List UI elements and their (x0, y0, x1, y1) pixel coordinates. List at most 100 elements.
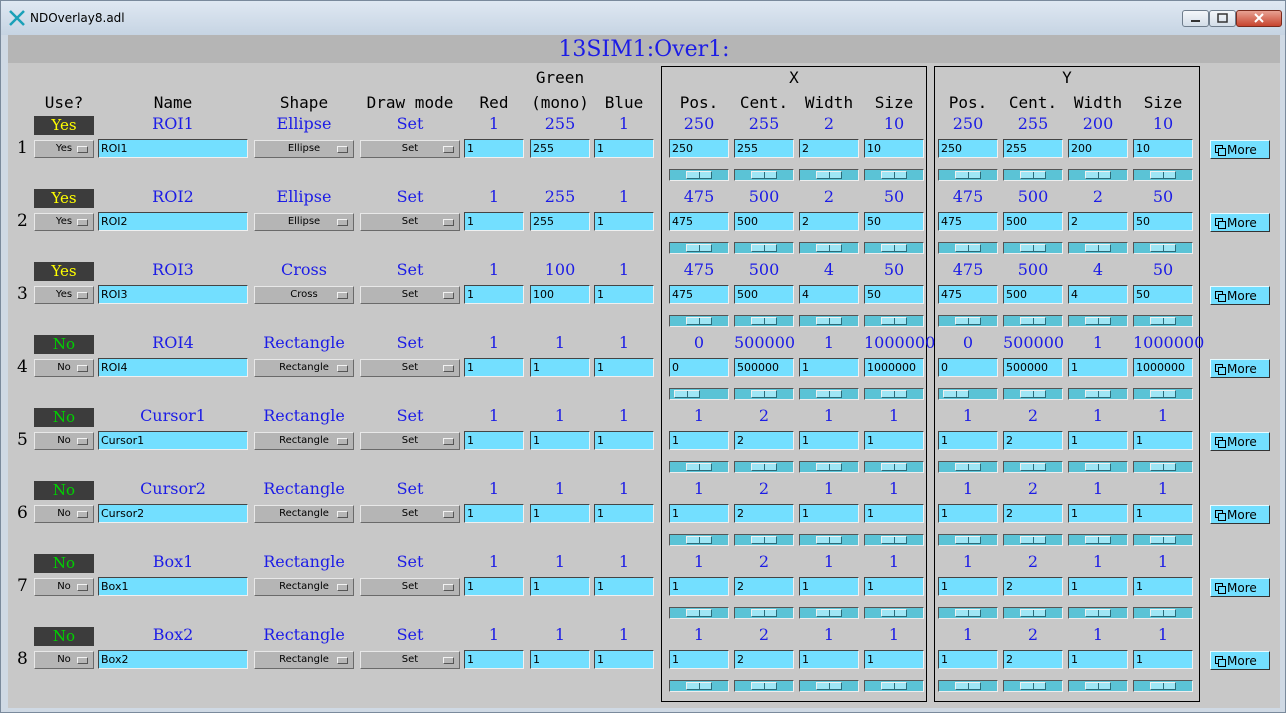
y-cent-input[interactable]: 2 (1003, 577, 1063, 596)
more-button[interactable]: More (1210, 651, 1270, 670)
more-button[interactable]: More (1210, 140, 1270, 159)
blue-input[interactable]: 1 (594, 285, 654, 304)
y-size-slider[interactable] (1133, 388, 1193, 400)
x-pos-slider[interactable] (669, 315, 729, 327)
y-pos-slider[interactable] (938, 534, 998, 546)
slider-thumb[interactable] (881, 536, 907, 544)
red-input[interactable]: 1 (464, 650, 524, 669)
more-button[interactable]: More (1210, 432, 1270, 451)
y-pos-input[interactable]: 1 (938, 577, 998, 596)
y-pos-slider[interactable] (938, 315, 998, 327)
name-input[interactable]: ROI1 (98, 139, 248, 158)
shape-menu[interactable]: Cross (254, 286, 354, 304)
y-pos-slider[interactable] (938, 680, 998, 692)
green-input[interactable]: 1 (530, 650, 590, 669)
y-width-input[interactable]: 1 (1068, 358, 1128, 377)
y-pos-slider[interactable] (938, 461, 998, 473)
x-pos-slider[interactable] (669, 461, 729, 473)
slider-thumb[interactable] (955, 682, 981, 690)
slider-thumb[interactable] (751, 317, 777, 325)
draw-mode-menu[interactable]: Set (360, 213, 460, 231)
y-pos-slider[interactable] (938, 169, 998, 181)
x-width-input[interactable]: 2 (799, 139, 859, 158)
x-cent-input[interactable]: 2 (734, 577, 794, 596)
slider-thumb[interactable] (1085, 244, 1111, 252)
y-cent-input[interactable]: 500 (1003, 212, 1063, 231)
red-input[interactable]: 1 (464, 285, 524, 304)
y-size-slider[interactable] (1133, 242, 1193, 254)
y-cent-input[interactable]: 2 (1003, 504, 1063, 523)
use-menu[interactable]: Yes (34, 213, 94, 231)
more-button[interactable]: More (1210, 505, 1270, 524)
slider-thumb[interactable] (1085, 171, 1111, 179)
slider-thumb[interactable] (751, 463, 777, 471)
slider-thumb[interactable] (751, 536, 777, 544)
x-width-slider[interactable] (799, 169, 859, 181)
x-size-slider[interactable] (864, 461, 924, 473)
slider-thumb[interactable] (1085, 536, 1111, 544)
x-size-slider[interactable] (864, 607, 924, 619)
y-pos-input[interactable]: 250 (938, 139, 998, 158)
name-input[interactable]: Box2 (98, 650, 248, 669)
y-cent-slider[interactable] (1003, 242, 1063, 254)
y-size-input[interactable]: 10 (1133, 139, 1193, 158)
x-pos-slider[interactable] (669, 169, 729, 181)
slider-thumb[interactable] (751, 682, 777, 690)
slider-thumb[interactable] (955, 171, 981, 179)
y-pos-input[interactable]: 1 (938, 650, 998, 669)
more-button[interactable]: More (1210, 578, 1270, 597)
y-size-slider[interactable] (1133, 315, 1193, 327)
window-titlebar[interactable]: NDOverlay8.adl (1, 1, 1285, 35)
slider-thumb[interactable] (1150, 463, 1176, 471)
red-input[interactable]: 1 (464, 577, 524, 596)
y-width-slider[interactable] (1068, 388, 1128, 400)
y-width-slider[interactable] (1068, 461, 1128, 473)
x-size-slider[interactable] (864, 169, 924, 181)
slider-thumb[interactable] (881, 463, 907, 471)
draw-mode-menu[interactable]: Set (360, 578, 460, 596)
slider-thumb[interactable] (955, 244, 981, 252)
y-width-slider[interactable] (1068, 169, 1128, 181)
x-pos-input[interactable]: 1 (669, 577, 729, 596)
slider-thumb[interactable] (816, 682, 842, 690)
x-size-slider[interactable] (864, 242, 924, 254)
shape-menu[interactable]: Rectangle (254, 505, 354, 523)
x-width-input[interactable]: 1 (799, 650, 859, 669)
use-menu[interactable]: Yes (34, 140, 94, 158)
y-width-slider[interactable] (1068, 680, 1128, 692)
x-pos-input[interactable]: 0 (669, 358, 729, 377)
slider-thumb[interactable] (751, 244, 777, 252)
x-size-input[interactable]: 10 (864, 139, 924, 158)
slider-thumb[interactable] (686, 609, 712, 617)
slider-thumb[interactable] (816, 536, 842, 544)
y-size-slider[interactable] (1133, 607, 1193, 619)
x-size-input[interactable]: 1 (864, 650, 924, 669)
x-cent-slider[interactable] (734, 461, 794, 473)
x-width-slider[interactable] (799, 534, 859, 546)
y-size-input[interactable]: 50 (1133, 285, 1193, 304)
draw-mode-menu[interactable]: Set (360, 140, 460, 158)
slider-thumb[interactable] (955, 317, 981, 325)
name-input[interactable]: Box1 (98, 577, 248, 596)
x-pos-input[interactable]: 1 (669, 650, 729, 669)
y-size-input[interactable]: 1000000 (1133, 358, 1193, 377)
minimize-button[interactable] (1182, 10, 1209, 27)
y-cent-slider[interactable] (1003, 388, 1063, 400)
y-width-slider[interactable] (1068, 315, 1128, 327)
name-input[interactable]: ROI4 (98, 358, 248, 377)
slider-thumb[interactable] (751, 171, 777, 179)
slider-thumb[interactable] (1020, 609, 1046, 617)
close-button[interactable] (1236, 10, 1282, 27)
slider-thumb[interactable] (686, 317, 712, 325)
y-pos-slider[interactable] (938, 242, 998, 254)
y-cent-slider[interactable] (1003, 534, 1063, 546)
x-pos-slider[interactable] (669, 388, 729, 400)
slider-thumb[interactable] (955, 609, 981, 617)
x-pos-input[interactable]: 250 (669, 139, 729, 158)
x-width-slider[interactable] (799, 388, 859, 400)
x-size-input[interactable]: 1 (864, 504, 924, 523)
x-cent-slider[interactable] (734, 680, 794, 692)
green-input[interactable]: 255 (530, 212, 590, 231)
x-pos-slider[interactable] (669, 242, 729, 254)
x-cent-input[interactable]: 500000 (734, 358, 794, 377)
